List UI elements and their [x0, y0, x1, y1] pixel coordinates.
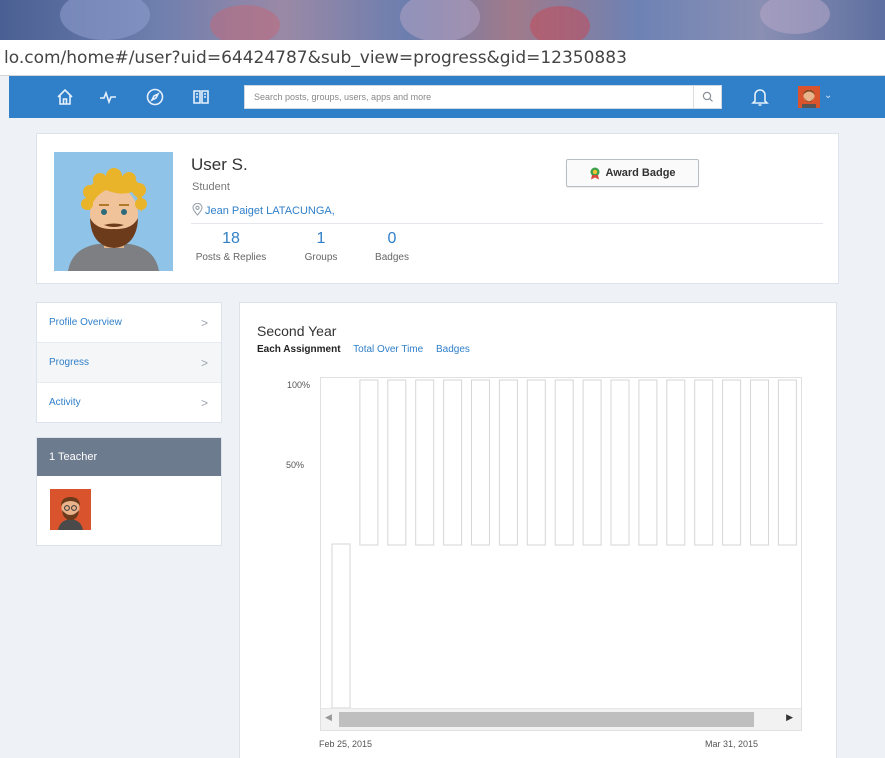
y-tick-label: 50% — [285, 460, 304, 470]
profile-name: User S. — [191, 155, 248, 174]
chart-bar[interactable] — [582, 379, 602, 546]
progress-panel: Second Year Each Assignment Total Over T… — [239, 302, 837, 758]
side-menu: Profile Overview > Progress > Activity > — [36, 302, 222, 423]
teachers-card: 1 Teacher — [36, 437, 222, 546]
stat-value: 18 — [222, 230, 240, 247]
chart-bar[interactable] — [443, 379, 463, 546]
scrollbar-thumb[interactable] — [339, 712, 754, 727]
search-box — [244, 85, 722, 109]
stat-posts-replies[interactable]: 18 Posts & Replies — [191, 230, 271, 263]
menu-item-label: Progress — [49, 357, 90, 368]
stat-value: 0 — [387, 230, 397, 247]
chart-bar[interactable] — [331, 543, 351, 708]
profile-avatar — [54, 152, 173, 271]
award-badge-label: Award Badge — [605, 167, 676, 179]
divider — [191, 223, 823, 224]
profile-school-label: Jean Paiget LATACUNGA, — [205, 205, 335, 217]
activity-icon[interactable] — [98, 87, 118, 107]
chevron-down-icon[interactable]: ⌄ — [824, 90, 832, 101]
teachers-header: 1 Teacher — [37, 438, 221, 476]
chart-bar[interactable] — [554, 379, 574, 546]
badge-icon — [590, 167, 600, 179]
chart-bar[interactable] — [526, 379, 546, 546]
chart-bar[interactable] — [694, 379, 714, 546]
menu-item-activity[interactable]: Activity > — [37, 383, 221, 423]
chart-bar[interactable] — [387, 379, 407, 546]
chart-bar[interactable] — [610, 379, 630, 546]
tab-each-assignment[interactable]: Each Assignment — [257, 344, 341, 355]
chart-bar[interactable] — [359, 379, 379, 546]
chevron-right-icon: > — [200, 316, 208, 330]
notifications-bell-icon[interactable] — [750, 86, 770, 108]
tab-badges[interactable]: Badges — [436, 344, 470, 355]
progress-tabs: Each Assignment Total Over Time Badges — [257, 344, 480, 355]
chevron-right-icon: > — [200, 356, 208, 370]
assignment-chart: ◀ ▶ — [320, 377, 802, 731]
profile-card: User S. Student Jean Paiget LATACUNGA, 1… — [36, 133, 839, 284]
stat-label: Posts & Replies — [195, 252, 267, 263]
chart-bar[interactable] — [722, 379, 742, 546]
profile-role: Student — [192, 181, 230, 193]
search-icon[interactable] — [693, 86, 721, 108]
chart-bar[interactable] — [777, 379, 797, 546]
search-input[interactable] — [245, 86, 685, 108]
menu-item-label: Activity — [49, 397, 81, 408]
chart-bar[interactable] — [666, 379, 686, 546]
scroll-right-icon[interactable]: ▶ — [786, 712, 793, 723]
stat-groups[interactable]: 1 Groups — [299, 230, 343, 263]
tab-total-over-time[interactable]: Total Over Time — [353, 344, 423, 355]
address-bar[interactable]: lo.com/home#/user?uid=64424787&sub_view=… — [0, 40, 885, 76]
chart-bar[interactable] — [415, 379, 435, 546]
y-tick-label: 100% — [286, 380, 310, 390]
x-axis-end-label: Mar 31, 2015 — [705, 739, 759, 749]
menu-item-label: Profile Overview — [49, 317, 122, 328]
discover-icon[interactable] — [145, 87, 165, 107]
location-pin-icon — [192, 202, 203, 216]
chart-bars — [331, 379, 797, 708]
progress-title: Second Year — [257, 323, 337, 339]
stat-value: 1 — [316, 230, 326, 247]
library-icon[interactable] — [191, 87, 211, 107]
top-navigation: ⌄ — [9, 76, 885, 118]
menu-item-progress[interactable]: Progress > — [37, 343, 221, 383]
x-axis-start-label: Feb 25, 2015 — [319, 739, 373, 749]
home-icon[interactable] — [55, 87, 75, 107]
stat-badges[interactable]: 0 Badges — [369, 230, 415, 263]
teacher-avatar[interactable] — [50, 489, 91, 530]
profile-school-link[interactable]: Jean Paiget LATACUNGA, — [192, 202, 335, 217]
chevron-right-icon: > — [200, 396, 208, 410]
menu-item-profile-overview[interactable]: Profile Overview > — [37, 303, 221, 343]
browser-tab-strip — [0, 0, 885, 46]
chart-bar[interactable] — [471, 379, 490, 546]
stat-label: Badges — [375, 252, 409, 263]
scroll-left-icon[interactable]: ◀ — [325, 712, 332, 723]
award-badge-button[interactable]: Award Badge — [566, 159, 699, 187]
chart-bar[interactable] — [638, 379, 658, 546]
chart-bar[interactable] — [750, 379, 769, 546]
chart-bar[interactable] — [498, 379, 518, 546]
stat-label: Groups — [304, 252, 338, 263]
user-avatar[interactable] — [798, 86, 820, 108]
chart-scrollbar[interactable]: ◀ ▶ — [321, 708, 801, 730]
